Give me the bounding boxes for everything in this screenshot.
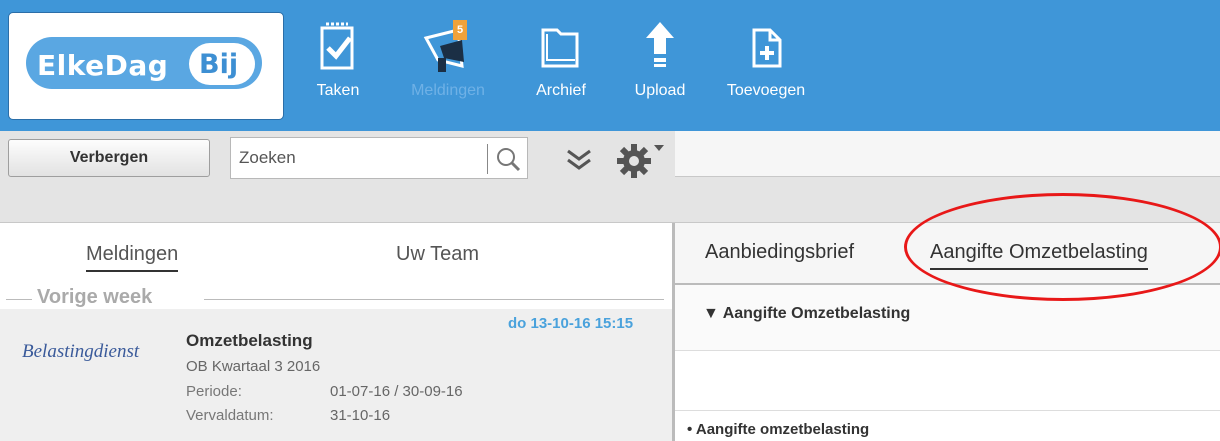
double-chevron-down-icon[interactable] — [564, 147, 594, 173]
toolbar-archief[interactable]: Archief — [526, 20, 596, 120]
notifications-panel: Meldingen Uw Team Vorige week do 13-10-1… — [0, 223, 672, 441]
notification-card[interactable]: do 13-10-16 15:15 Belastingdienst Omzetb… — [0, 309, 672, 441]
hide-button[interactable]: Verbergen — [8, 139, 210, 177]
field-key-periode: Periode: — [186, 383, 242, 400]
logo-text-main: ElkeDag — [37, 49, 169, 82]
app-header: ElkeDag Bij Taken 5 Meldingen Archief Up… — [0, 0, 1220, 131]
search-input[interactable] — [239, 146, 479, 170]
search-box — [230, 137, 528, 179]
toolbar-upload[interactable]: Upload — [620, 20, 700, 120]
search-separator — [487, 144, 488, 174]
list-item[interactable]: • Aangifte omzetbelasting — [687, 421, 869, 438]
notification-title: Omzetbelasting — [186, 331, 313, 350]
toolbar-toevoegen[interactable]: Toevoegen — [718, 20, 814, 120]
toolbar-label-taken: Taken — [316, 82, 360, 99]
toolbar-taken[interactable]: Taken — [308, 20, 368, 120]
tab-aanbiedingsbrief[interactable]: Aanbiedingsbrief — [705, 241, 854, 264]
accordion-title: ▼ Aangifte Omzetbelasting — [703, 305, 911, 322]
detail-toolbar — [675, 131, 1220, 177]
toolbar-meldingen[interactable]: 5 Meldingen — [398, 20, 498, 120]
add-document-icon — [752, 28, 782, 68]
section-divider-right — [204, 299, 664, 300]
field-value-periode: 01-07-16 / 30-09-16 — [330, 383, 463, 400]
search-icon[interactable] — [495, 146, 521, 172]
notification-subtitle: OB Kwartaal 3 2016 — [186, 358, 321, 375]
section-title: Vorige week — [37, 286, 153, 308]
left-tabs: Meldingen Uw Team — [0, 223, 672, 285]
accordion-header[interactable]: ▼ Aangifte Omzetbelasting — [675, 285, 1220, 351]
notification-sender-logo: Belastingdienst — [22, 341, 140, 362]
section-divider-left — [6, 299, 32, 300]
megaphone-icon — [423, 28, 464, 72]
toolbar-label-archief: Archief — [536, 82, 586, 99]
toolbar-label-toevoegen: Toevoegen — [726, 82, 806, 99]
toolbar-label-meldingen: Meldingen — [411, 82, 485, 99]
highlight-annotation — [904, 193, 1220, 301]
upload-arrow-icon — [646, 22, 674, 67]
logo[interactable]: ElkeDag Bij — [8, 12, 284, 120]
tab-meldingen[interactable]: Meldingen — [86, 243, 179, 272]
tasks-icon — [320, 22, 354, 70]
field-key-vervaldatum: Vervaldatum: — [186, 407, 274, 424]
notification-badge: 5 — [453, 20, 467, 40]
notification-date: do 13-10-16 15:15 — [508, 315, 634, 332]
content-row — [675, 351, 1220, 411]
toolbar-label-upload: Upload — [634, 82, 686, 99]
tab-uw-team[interactable]: Uw Team — [396, 243, 479, 266]
gear-icon[interactable] — [612, 139, 668, 181]
folder-icon — [541, 28, 579, 68]
field-value-vervaldatum: 31-10-16 — [330, 407, 391, 424]
logo-text-badge: Bij — [199, 49, 239, 80]
logo-badge: Bij — [189, 43, 255, 85]
